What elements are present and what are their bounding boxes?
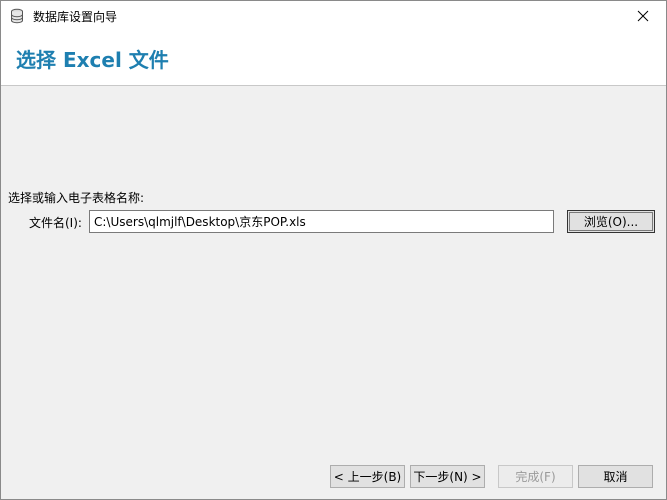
- close-button[interactable]: [620, 1, 666, 31]
- browse-button[interactable]: 浏览(O)...: [567, 210, 655, 233]
- page-title: 选择 Excel 文件: [16, 48, 169, 72]
- window-title: 数据库设置向导: [33, 9, 118, 24]
- spreadsheet-prompt-label: 选择或输入电子表格名称:: [8, 191, 145, 205]
- previous-button[interactable]: < 上一步(B): [330, 465, 405, 488]
- cancel-button[interactable]: 取消: [578, 465, 653, 488]
- wizard-header: 选择 Excel 文件: [1, 31, 666, 86]
- title-bar: 数据库设置向导: [1, 1, 666, 31]
- close-icon: [637, 10, 649, 22]
- database-icon: [11, 8, 23, 24]
- wizard-window: 数据库设置向导 选择 Excel 文件 选择或输入电子表格名称: 文件名(I):…: [0, 0, 667, 500]
- next-button[interactable]: 下一步(N) >: [410, 465, 485, 488]
- file-name-label: 文件名(I):: [29, 216, 82, 230]
- file-name-input[interactable]: [89, 210, 554, 233]
- finish-button[interactable]: 完成(F): [498, 465, 573, 488]
